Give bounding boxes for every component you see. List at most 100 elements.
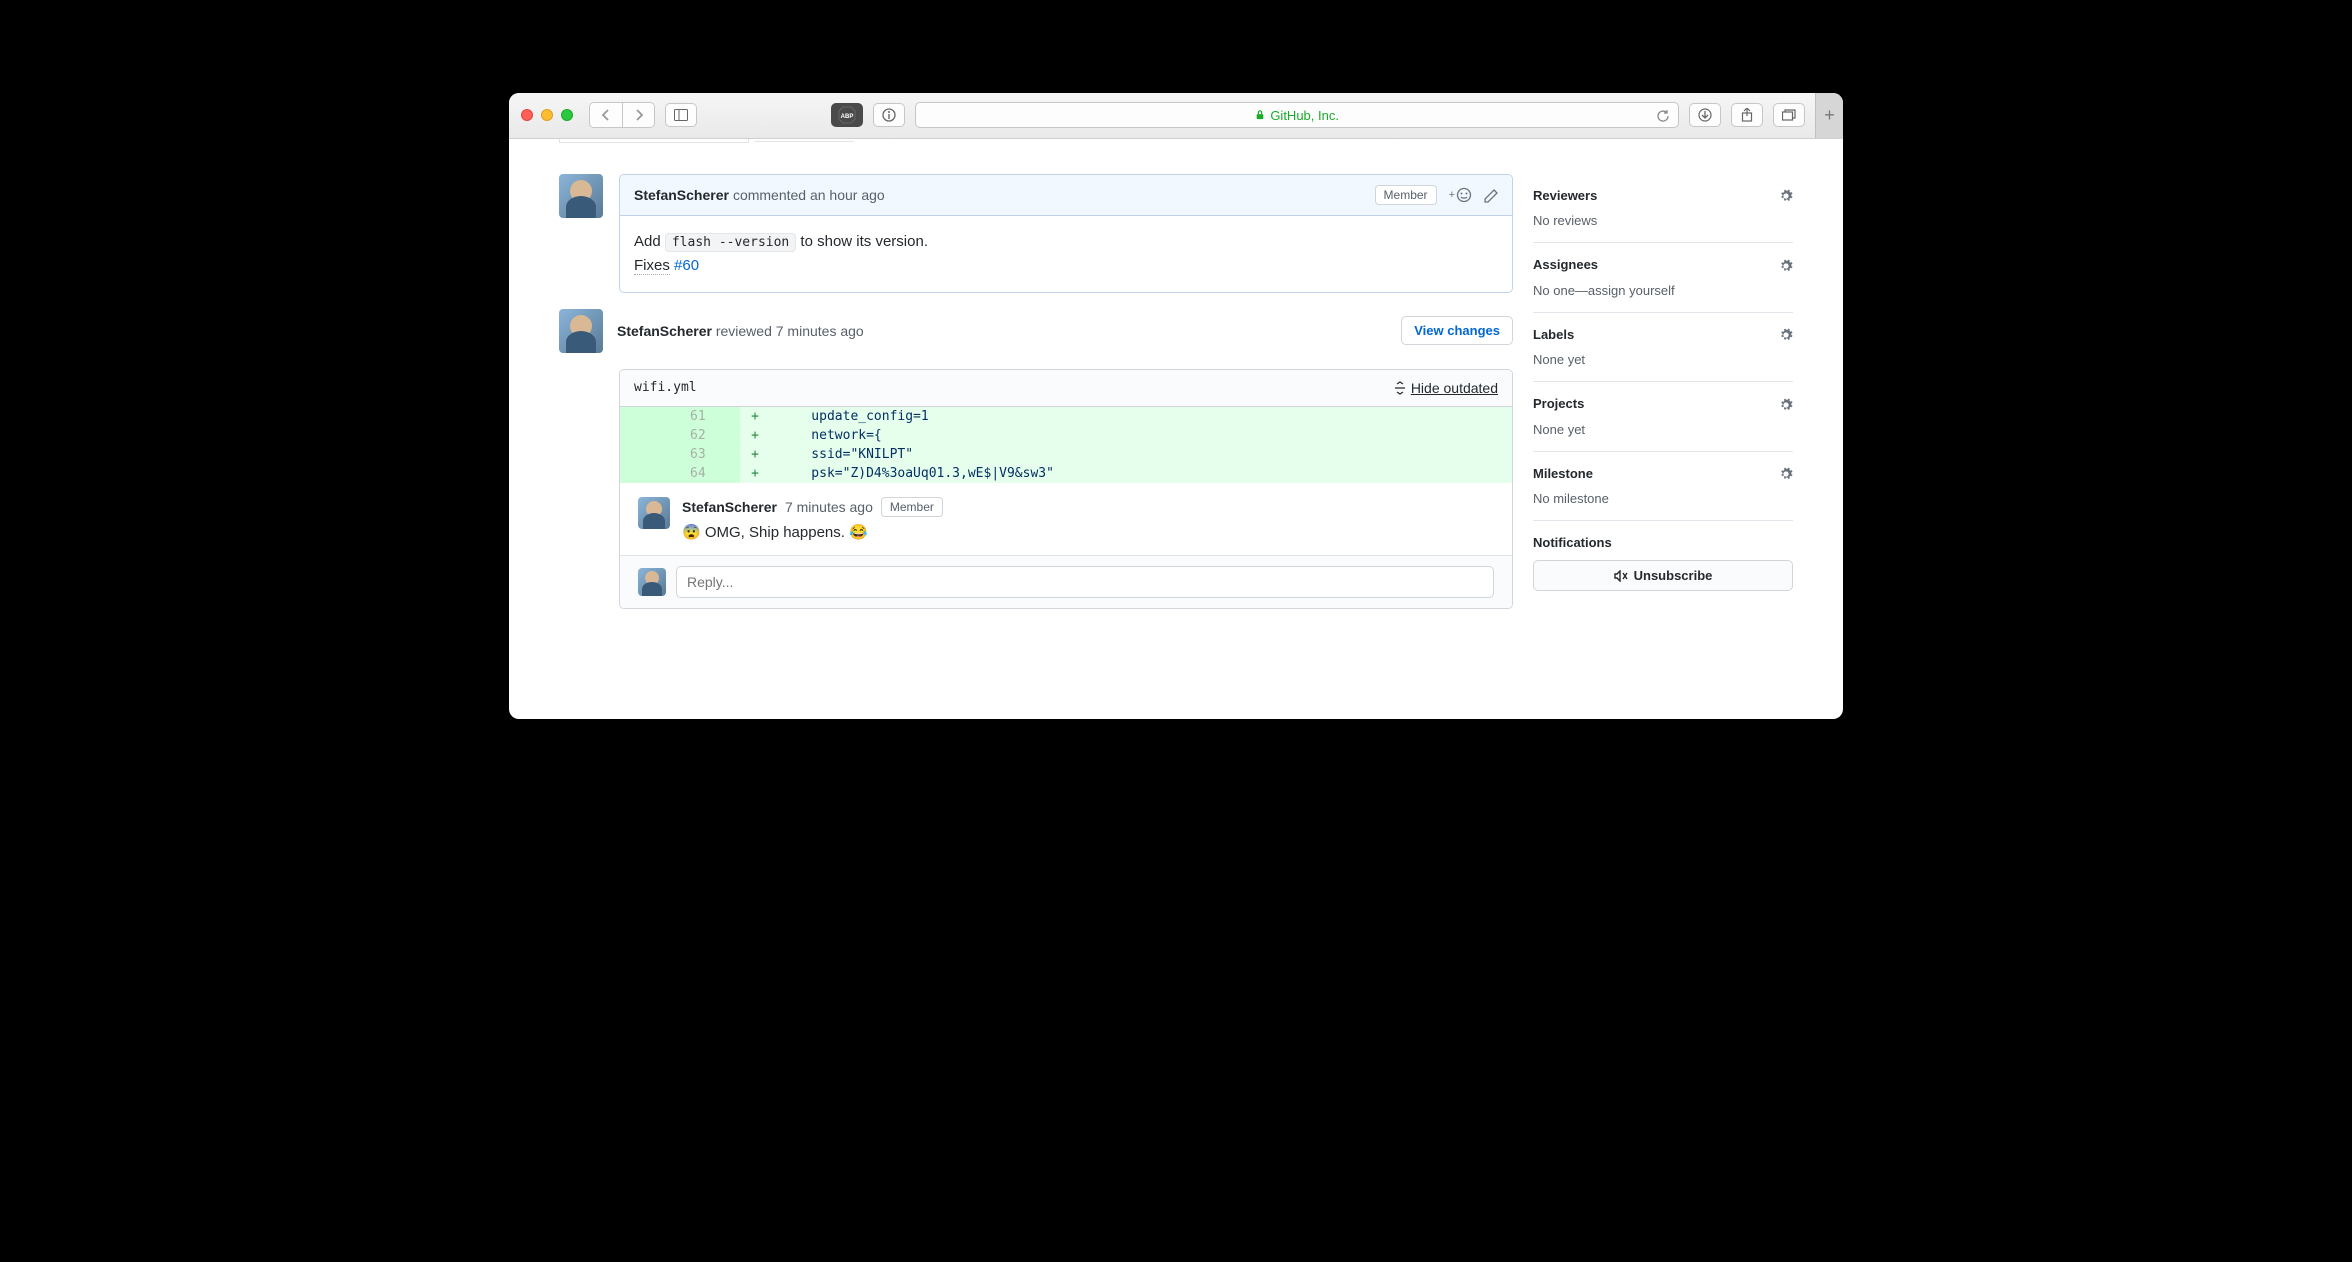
comment-text-suffix: to show its version.	[796, 233, 928, 250]
hide-outdated-button[interactable]: Hide outdated	[1393, 380, 1498, 396]
review-activity: reviewed 7 minutes ago	[716, 323, 864, 339]
avatar[interactable]	[559, 174, 603, 218]
view-changes-button[interactable]: View changes	[1401, 316, 1513, 345]
gear-icon	[1779, 398, 1793, 412]
projects-settings-button[interactable]	[1779, 396, 1793, 412]
milestone-body: No milestone	[1533, 491, 1793, 506]
sidebar-labels: Labels None yet	[1533, 313, 1793, 383]
diff-line: 62+ network={	[620, 426, 1512, 445]
gear-icon	[1779, 259, 1793, 273]
window-controls	[521, 109, 573, 121]
review-comment: StefanScherer 7 minutes ago Member 😨 OMG…	[620, 483, 1512, 555]
file-name[interactable]: wifi.yml	[634, 380, 697, 395]
inline-code: flash --version	[665, 233, 796, 252]
labels-settings-button[interactable]	[1779, 327, 1793, 343]
gear-icon	[1779, 189, 1793, 203]
browser-window: ABP GitHub, Inc. +	[509, 93, 1843, 719]
diff-file-header: wifi.yml Hide outdated	[620, 370, 1512, 407]
comment-text-prefix: Add	[634, 233, 665, 250]
new-tab-button[interactable]: +	[1815, 93, 1843, 139]
comment-timestamp: commented an hour ago	[733, 187, 885, 203]
smiley-icon	[1456, 187, 1472, 203]
review-comment-text: 😨 OMG, Ship happens. 😂	[682, 523, 1494, 541]
diff-table: 61+ update_config=162+ network={63+ ssid…	[620, 407, 1512, 483]
fold-icon	[1393, 381, 1407, 395]
avatar[interactable]	[638, 497, 670, 529]
abp-icon: ABP	[838, 106, 856, 124]
member-badge: Member	[1375, 185, 1437, 205]
partial-border	[754, 139, 854, 142]
projects-body: None yet	[1533, 422, 1793, 437]
nav-buttons	[589, 102, 655, 128]
sidebar-icon	[674, 109, 688, 121]
site-identity: GitHub, Inc.	[1255, 108, 1339, 123]
address-bar[interactable]: GitHub, Inc.	[915, 102, 1679, 128]
pencil-icon	[1484, 189, 1498, 203]
diff-line: 64+ psk="Z)D4%3oaUq01.3,wE$|V9&sw3"	[620, 464, 1512, 483]
reload-button[interactable]	[1656, 107, 1670, 123]
discussion-timeline: StefanScherer commented an hour ago Memb…	[559, 139, 1533, 719]
review-comment-time: 7 minutes ago	[785, 499, 873, 515]
comment-header: StefanScherer commented an hour ago Memb…	[620, 175, 1512, 216]
timeline-comment: StefanScherer commented an hour ago Memb…	[559, 174, 1513, 293]
review-file-box: wifi.yml Hide outdated 61+ update_config…	[619, 369, 1513, 609]
maximize-window-button[interactable]	[561, 109, 573, 121]
reviewers-settings-button[interactable]	[1779, 188, 1793, 204]
reply-input[interactable]	[676, 566, 1494, 598]
tab-underline	[559, 139, 749, 143]
milestone-settings-button[interactable]	[1779, 466, 1793, 482]
minimize-window-button[interactable]	[541, 109, 553, 121]
reload-icon	[1656, 109, 1670, 123]
mute-icon	[1614, 570, 1628, 582]
download-icon	[1698, 108, 1712, 122]
gear-icon	[1779, 328, 1793, 342]
reviewers-body: No reviews	[1533, 213, 1793, 228]
pr-sidebar: Reviewers No reviews Assignees No one—as…	[1533, 139, 1793, 719]
info-icon	[882, 108, 896, 122]
fixes-label: Fixes	[634, 257, 670, 275]
sidebar-toggle-button[interactable]	[665, 103, 697, 127]
sidebar-notifications: Notifications Unsubscribe	[1533, 521, 1793, 605]
labels-body: None yet	[1533, 352, 1793, 367]
close-window-button[interactable]	[521, 109, 533, 121]
comment-author[interactable]: StefanScherer	[634, 187, 729, 203]
svg-text:ABP: ABP	[841, 114, 854, 120]
comment-body: Add flash --version to show its version.…	[620, 216, 1512, 292]
sidebar-milestone: Milestone No milestone	[1533, 452, 1793, 522]
reply-row	[620, 555, 1512, 608]
review-comment-author[interactable]: StefanScherer	[682, 499, 777, 515]
page-content: StefanScherer commented an hour ago Memb…	[509, 139, 1843, 719]
tabs-icon	[1782, 109, 1796, 121]
sidebar-reviewers: Reviewers No reviews	[1533, 174, 1793, 244]
comment-container: StefanScherer commented an hour ago Memb…	[619, 174, 1513, 293]
avatar[interactable]	[559, 309, 603, 353]
assign-yourself-link[interactable]: assign yourself	[1588, 283, 1675, 298]
tabs-button[interactable]	[1773, 103, 1805, 127]
adblock-button[interactable]: ABP	[831, 103, 863, 127]
lock-icon	[1255, 110, 1265, 120]
member-badge: Member	[881, 497, 943, 517]
forward-button[interactable]	[622, 103, 654, 127]
add-reaction-button[interactable]: +	[1449, 187, 1472, 203]
gear-icon	[1779, 467, 1793, 481]
share-button[interactable]	[1731, 103, 1763, 127]
issue-link[interactable]: #60	[674, 257, 699, 274]
extension-button[interactable]	[873, 103, 905, 127]
timeline-review: StefanScherer reviewed 7 minutes ago Vie…	[559, 309, 1513, 609]
assignees-body: No one—assign yourself	[1533, 283, 1793, 298]
avatar[interactable]	[638, 568, 666, 596]
sidebar-assignees: Assignees No one—assign yourself	[1533, 243, 1793, 313]
back-button[interactable]	[590, 103, 622, 127]
downloads-button[interactable]	[1689, 103, 1721, 127]
assignees-settings-button[interactable]	[1779, 257, 1793, 273]
review-author[interactable]: StefanScherer	[617, 323, 712, 339]
browser-toolbar: ABP GitHub, Inc. +	[509, 93, 1843, 139]
edit-comment-button[interactable]	[1484, 186, 1498, 202]
sidebar-projects: Projects None yet	[1533, 382, 1793, 452]
diff-line: 61+ update_config=1	[620, 407, 1512, 426]
diff-line: 63+ ssid="KNILPT"	[620, 445, 1512, 464]
chevron-left-icon	[601, 109, 611, 121]
share-icon	[1741, 108, 1753, 122]
unsubscribe-button[interactable]: Unsubscribe	[1533, 560, 1793, 591]
chevron-right-icon	[634, 109, 644, 121]
